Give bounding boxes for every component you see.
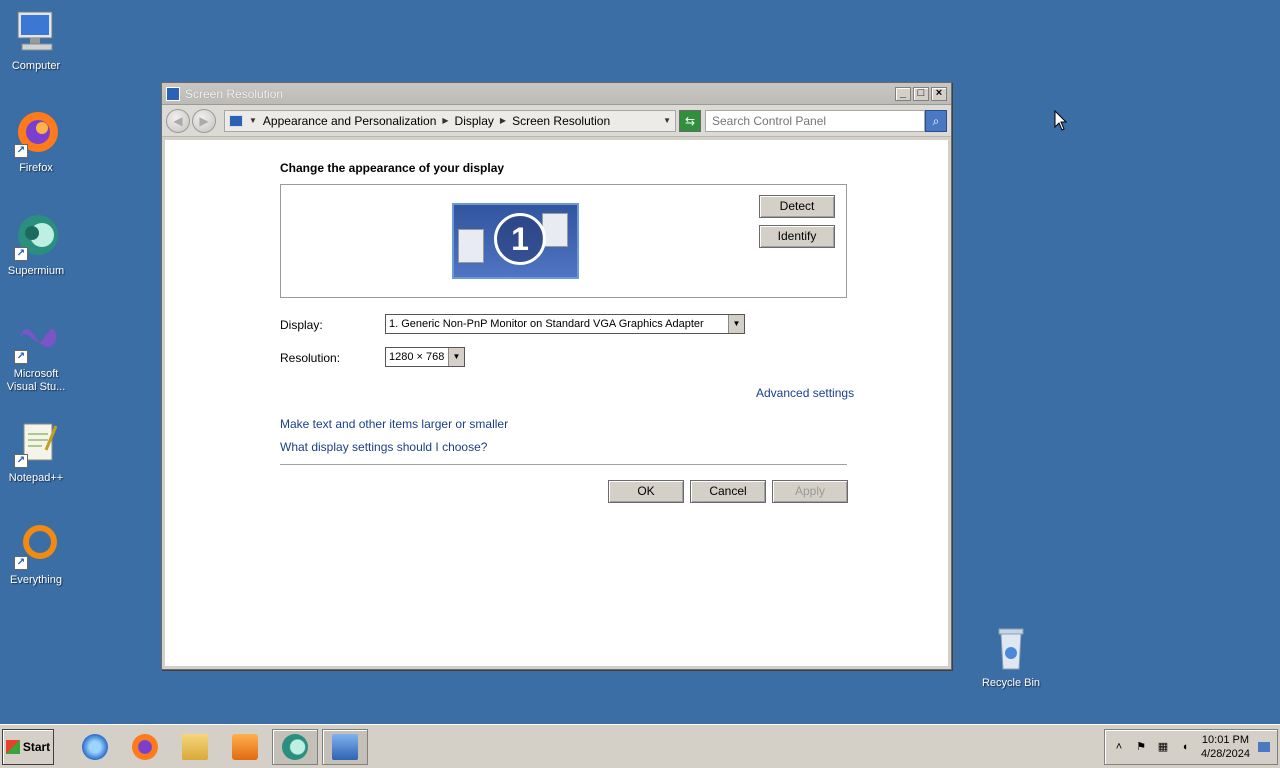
volume-muted-icon[interactable]: ◖ [1177, 739, 1193, 755]
breadcrumb-appearance[interactable]: Appearance and Personalization [263, 114, 436, 128]
cancel-button[interactable]: Cancel [690, 480, 766, 503]
display-settings-icon [166, 86, 180, 101]
ok-button[interactable]: OK [608, 480, 684, 503]
refresh-button[interactable]: ⇆ [679, 109, 701, 132]
windows-logo-icon [5, 739, 20, 754]
desktop-icon-label: Firefox [19, 162, 53, 174]
desktop-icon-label: Microsoft Visual Stu... [6, 368, 66, 393]
shortcut-arrow-icon: ↗ [14, 247, 28, 261]
supermium-icon [282, 733, 308, 760]
system-tray: ˄ ⚑ ▦ ◖ 10:01 PM 4/28/2024 [1104, 729, 1278, 765]
search-icon[interactable]: ⌕ [925, 109, 947, 132]
display-preview: 1 Detect Identify [280, 184, 847, 298]
mouse-cursor-icon [1054, 110, 1068, 131]
monitor-1-preview[interactable]: 1 [452, 203, 579, 279]
supermium-icon: ↗ [12, 213, 60, 261]
clock-date: 4/28/2024 [1201, 748, 1250, 760]
identify-button[interactable]: Identify [759, 225, 835, 248]
desktop-icon-label: Everything [10, 574, 62, 586]
firefox-icon: ↗ [12, 110, 60, 158]
network-icon[interactable]: ▦ [1155, 739, 1171, 755]
shortcut-arrow-icon: ↗ [14, 454, 28, 468]
resolution-select[interactable]: 1280 × 768 ▼ [385, 347, 465, 367]
internet-explorer-icon [82, 733, 108, 760]
forward-button[interactable]: ▶ [192, 108, 216, 133]
breadcrumb-separator-icon[interactable]: ▶ [500, 116, 506, 125]
taskbar-media-player[interactable] [222, 729, 268, 765]
breadcrumb-separator-icon[interactable]: ▼ [249, 116, 257, 125]
chevron-down-icon[interactable]: ▼ [448, 348, 464, 366]
address-bar: ◀ ▶ ▼ Appearance and Personalization ▶ D… [162, 105, 951, 137]
start-label: Start [22, 739, 51, 754]
monitor-number: 1 [494, 213, 546, 265]
firefox-icon [132, 733, 158, 760]
display-select[interactable]: 1. Generic Non-PnP Monitor on Standard V… [385, 314, 745, 334]
taskbar-file-explorer[interactable] [172, 729, 218, 765]
page-title: Change the appearance of your display [280, 161, 505, 175]
advanced-settings-link[interactable]: Advanced settings [756, 386, 854, 400]
search-input[interactable] [705, 109, 925, 132]
minimize-button[interactable]: _ [895, 86, 911, 101]
desktop-icon-notepadpp[interactable]: ↗ Notepad++ [0, 420, 72, 485]
shortcut-arrow-icon: ↗ [14, 144, 28, 158]
recycle-bin-icon [987, 625, 1035, 673]
taskbar-firefox[interactable] [122, 729, 168, 765]
notepadpp-icon: ↗ [12, 420, 60, 468]
text-size-link[interactable]: Make text and other items larger or smal… [280, 417, 508, 431]
desktop-icon-computer[interactable]: Computer [0, 8, 72, 73]
desktop-icon-firefox[interactable]: ↗ Firefox [0, 110, 72, 175]
shortcut-arrow-icon: ↗ [14, 556, 28, 570]
control-panel-icon [332, 733, 358, 760]
action-center-flag-icon[interactable]: ⚑ [1133, 739, 1149, 755]
desktop-icon-label: Recycle Bin [981, 677, 1041, 689]
chevron-down-icon[interactable]: ▼ [728, 315, 744, 333]
taskbar-control-panel[interactable] [322, 728, 368, 765]
breadcrumb-separator-icon[interactable]: ▶ [442, 116, 448, 125]
history-dropdown-icon[interactable]: ▼ [663, 116, 671, 125]
breadcrumb-display[interactable]: Display [455, 114, 494, 128]
desktop-icon-supermium[interactable]: ↗ Supermium [0, 213, 72, 278]
clock-time: 10:01 PM [1201, 734, 1250, 746]
detect-button[interactable]: Detect [759, 195, 835, 218]
control-panel-icon [229, 114, 243, 127]
taskbar-internet-explorer[interactable] [72, 729, 118, 765]
display-label: Display: [280, 318, 323, 332]
folder-icon [182, 733, 208, 760]
breadcrumb-screen-resolution[interactable]: Screen Resolution [512, 114, 610, 128]
resolution-select-value: 1280 × 768 [389, 351, 445, 363]
desktop-icon-visual-studio[interactable]: ↗ Microsoft Visual Stu... [0, 316, 72, 394]
main-content: Change the appearance of your display 1 … [165, 140, 948, 666]
desktop-icon-label: Supermium [7, 265, 65, 277]
screen-resolution-window: Screen Resolution _ □ × ◀ ▶ ▼ Appearance… [161, 82, 952, 670]
desktop-icon-recycle-bin[interactable]: Recycle Bin [975, 625, 1047, 690]
everything-icon: ↗ [12, 522, 60, 570]
breadcrumb[interactable]: ▼ Appearance and Personalization ▶ Displ… [224, 109, 676, 132]
taskbar-supermium[interactable] [272, 728, 318, 765]
show-desktop-icon[interactable] [1257, 742, 1270, 752]
clock[interactable]: 10:01 PM 4/28/2024 [1201, 733, 1250, 761]
display-select-value: 1. Generic Non-PnP Monitor on Standard V… [389, 318, 704, 330]
preview-window-graphic [458, 229, 484, 263]
media-player-icon [232, 733, 258, 760]
help-link[interactable]: What display settings should I choose? [280, 440, 487, 454]
window-title: Screen Resolution [185, 86, 284, 101]
desktop-icon-label: Notepad++ [8, 472, 64, 484]
maximize-button[interactable]: □ [913, 86, 929, 101]
visual-studio-icon: ↗ [12, 316, 60, 364]
apply-button[interactable]: Apply [772, 480, 848, 503]
divider [280, 464, 847, 465]
shortcut-arrow-icon: ↗ [14, 350, 28, 364]
desktop-icon-everything[interactable]: ↗ Everything [0, 522, 72, 587]
preview-window-graphic [542, 213, 568, 247]
computer-icon [12, 8, 60, 56]
resolution-label: Resolution: [280, 351, 341, 365]
start-button[interactable]: Start [2, 728, 54, 765]
show-hidden-icons-icon[interactable]: ˄ [1111, 739, 1127, 755]
close-button[interactable]: × [931, 86, 947, 101]
taskbar: Start ˄ ⚑ ▦ ◖ 10:01 PM 4/28/2024 [0, 724, 1280, 768]
window-titlebar[interactable]: Screen Resolution _ □ × [162, 83, 951, 105]
desktop-icon-label: Computer [11, 60, 61, 72]
back-button[interactable]: ◀ [166, 108, 190, 133]
